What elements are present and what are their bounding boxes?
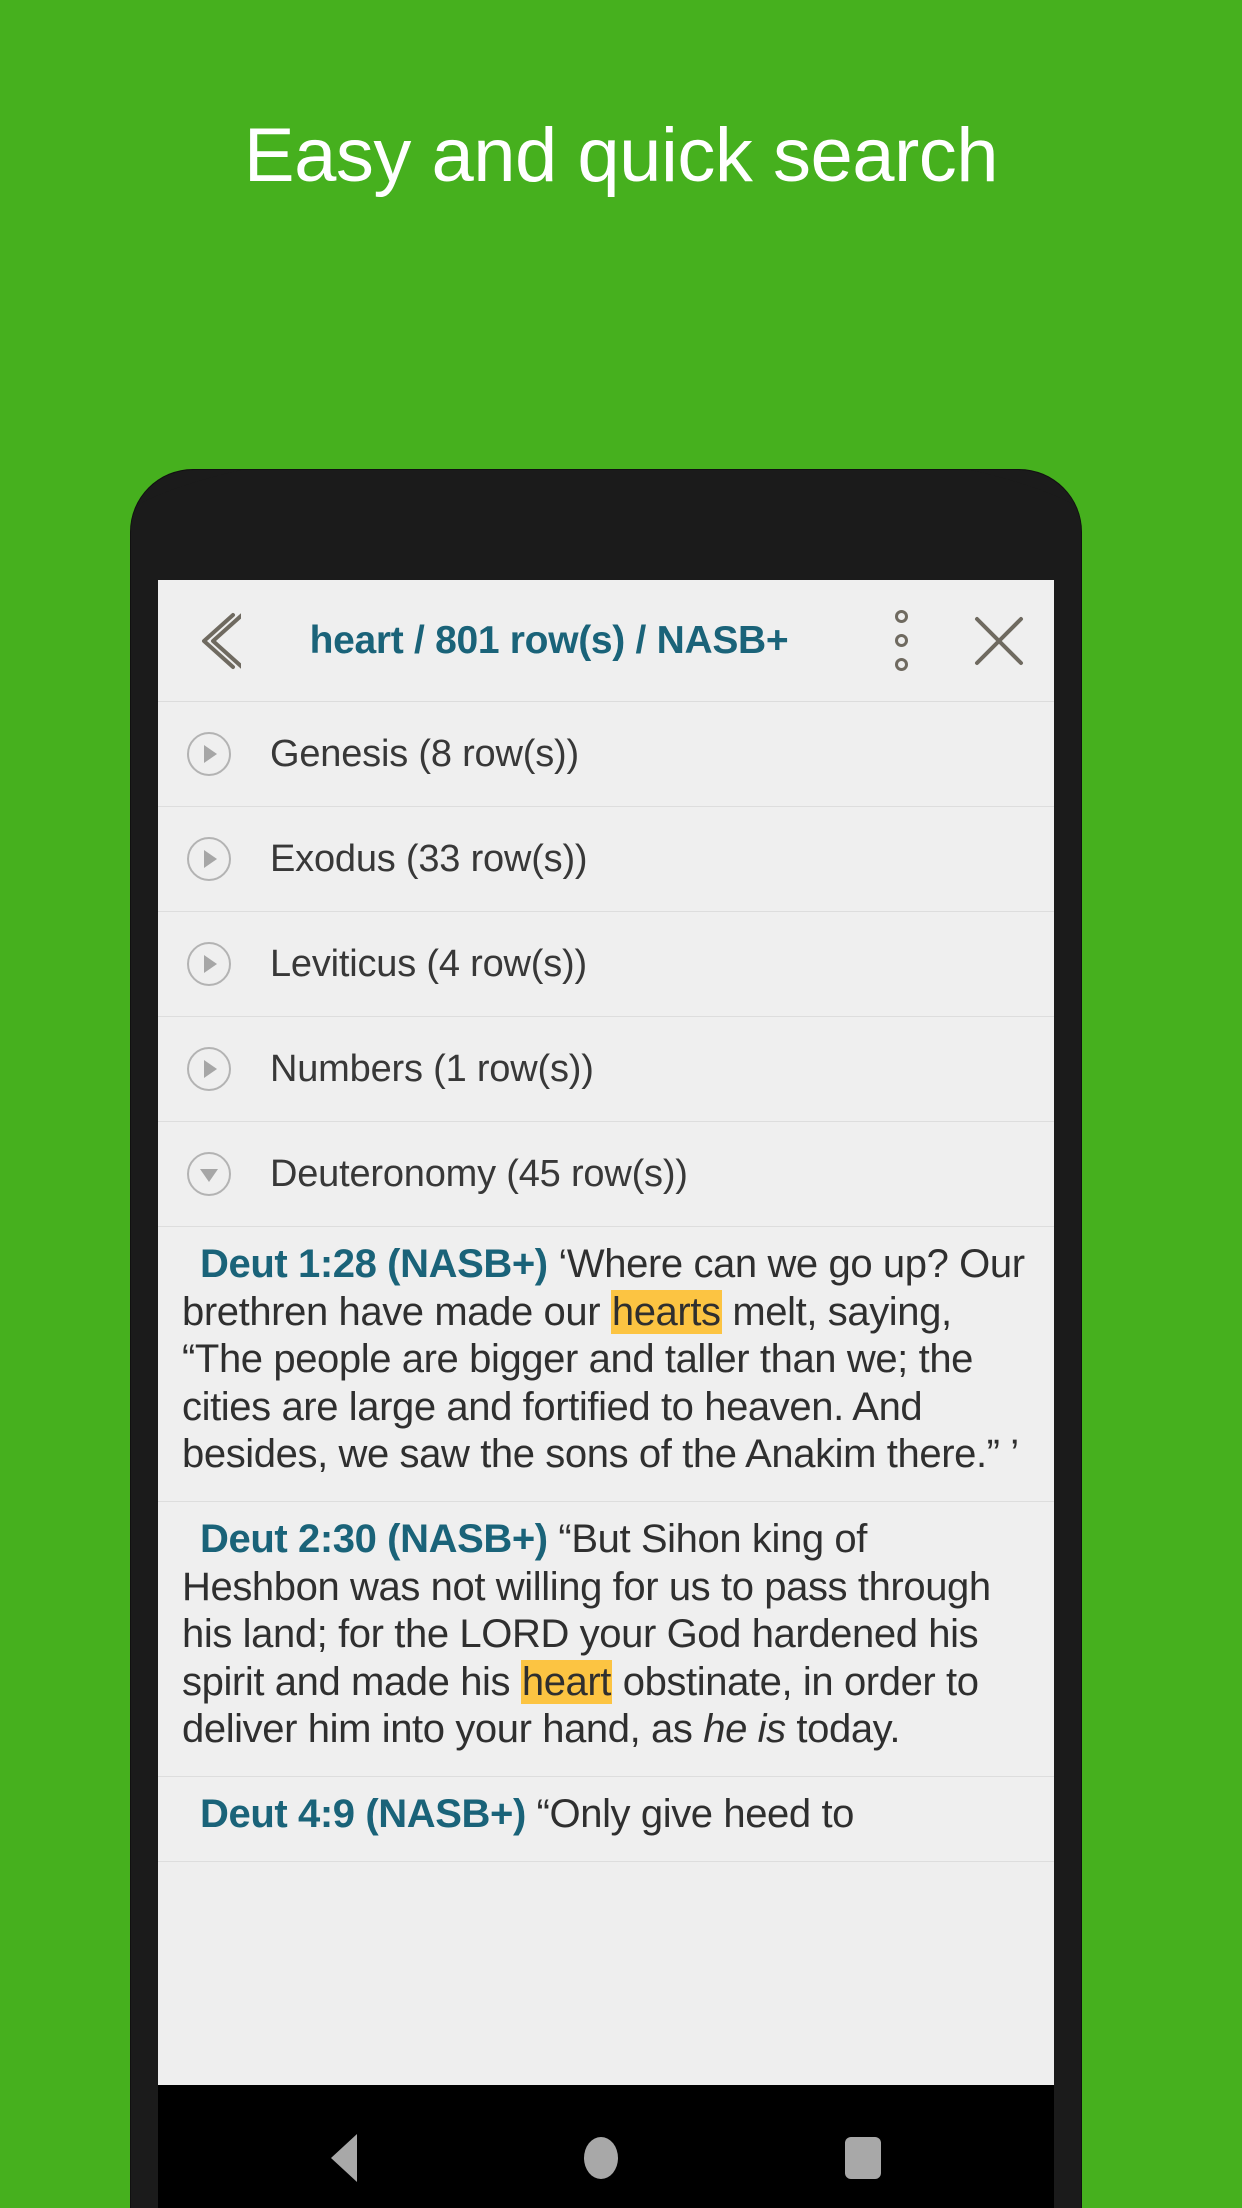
verse-reference[interactable]: Deut 2:30 (NASB+) bbox=[200, 1517, 548, 1561]
book-label: Leviticus (4 row(s)) bbox=[270, 942, 587, 985]
nav-recents-icon[interactable] bbox=[844, 2136, 881, 2179]
verse-result[interactable]: Deut 4:9 (NASB+) “Only give heed to bbox=[158, 1776, 1054, 1862]
verse-text-italic: he is bbox=[703, 1707, 786, 1752]
search-summary-title: heart / 801 row(s) / NASB+ bbox=[309, 618, 789, 662]
triangle-right-icon bbox=[187, 942, 231, 986]
book-row[interactable]: Exodus (33 row(s)) bbox=[158, 807, 1054, 912]
promo-headline: Easy and quick search bbox=[243, 113, 999, 198]
overflow-menu-icon bbox=[894, 634, 908, 647]
book-label: Genesis (8 row(s)) bbox=[270, 732, 579, 775]
book-row[interactable]: Leviticus (4 row(s)) bbox=[158, 912, 1054, 1017]
overflow-menu-button[interactable] bbox=[858, 580, 944, 702]
overflow-menu-icon bbox=[894, 610, 908, 623]
triangle-right-icon bbox=[187, 837, 231, 881]
book-label: Numbers (1 row(s)) bbox=[270, 1047, 594, 1090]
phone-mockup: heart / 801 row(s) / NASB+ Genesis (8 ro… bbox=[131, 470, 1081, 2208]
nav-back-icon[interactable] bbox=[331, 2133, 358, 2182]
verse-text-before: “Only give heed to bbox=[525, 1791, 855, 1836]
verse-result[interactable]: Deut 1:28 (NASB+) ‘Where can we go up? O… bbox=[158, 1227, 1054, 1502]
search-term-highlight: hearts bbox=[610, 1289, 722, 1334]
app-screen: heart / 801 row(s) / NASB+ Genesis (8 ro… bbox=[158, 580, 1054, 2085]
book-label: Exodus (33 row(s)) bbox=[270, 837, 588, 880]
book-row-expanded[interactable]: Deuteronomy (45 row(s)) bbox=[158, 1122, 1054, 1227]
android-navbar bbox=[158, 2085, 1054, 2208]
book-label: Deuteronomy (45 row(s)) bbox=[270, 1152, 688, 1195]
search-term-highlight: heart bbox=[520, 1659, 613, 1704]
header-actions bbox=[858, 580, 1054, 702]
verse-reference[interactable]: Deut 4:9 (NASB+) bbox=[200, 1792, 526, 1836]
nav-home-icon[interactable] bbox=[583, 2136, 618, 2179]
verse-reference[interactable]: Deut 1:28 (NASB+) bbox=[200, 1242, 548, 1286]
close-button[interactable] bbox=[944, 580, 1054, 702]
verse-result[interactable]: Deut 2:30 (NASB+) “But Sihon king of Hes… bbox=[158, 1501, 1054, 1777]
verse-text-after-2: today. bbox=[785, 1707, 901, 1752]
overflow-menu-icon bbox=[894, 658, 908, 671]
chevron-left-icon bbox=[202, 612, 241, 669]
book-row[interactable]: Genesis (8 row(s)) bbox=[158, 702, 1054, 807]
triangle-right-icon bbox=[187, 732, 231, 776]
triangle-down-icon bbox=[187, 1152, 231, 1196]
app-header: heart / 801 row(s) / NASB+ bbox=[158, 580, 1054, 702]
book-row[interactable]: Numbers (1 row(s)) bbox=[158, 1017, 1054, 1122]
triangle-right-icon bbox=[187, 1047, 231, 1091]
close-icon bbox=[975, 616, 1023, 665]
